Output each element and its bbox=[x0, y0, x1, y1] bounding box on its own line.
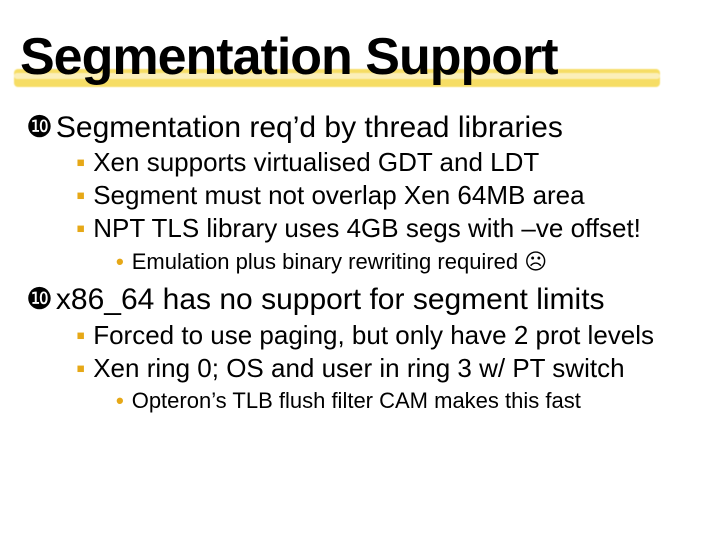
square-bullet-icon: ▪ bbox=[76, 182, 85, 208]
bullet-text: Forced to use paging, but only have 2 pr… bbox=[93, 320, 654, 351]
clock-bullet-icon: ❿ bbox=[26, 285, 53, 315]
bullet-text: Xen ring 0; OS and user in ring 3 w/ PT … bbox=[93, 353, 624, 384]
bullet-level1: ❿ x86_64 has no support for segment limi… bbox=[26, 283, 700, 318]
clock-bullet-icon: ❿ bbox=[26, 113, 53, 143]
bullet-level2: ▪ Xen ring 0; OS and user in ring 3 w/ P… bbox=[76, 353, 700, 384]
square-bullet-icon: ▪ bbox=[76, 149, 85, 175]
bullet-text: Segment must not overlap Xen 64MB area bbox=[93, 180, 584, 211]
square-bullet-icon: ▪ bbox=[76, 355, 85, 381]
bullet-level2: ▪ Xen supports virtualised GDT and LDT bbox=[76, 147, 700, 178]
bullet-level2: ▪ Forced to use paging, but only have 2 … bbox=[76, 320, 700, 351]
slide-body: ❿ Segmentation req’d by thread libraries… bbox=[20, 111, 700, 415]
bullet-text: Segmentation req’d by thread libraries bbox=[56, 111, 563, 146]
bullet-text: Opteron’s TLB flush filter CAM makes thi… bbox=[132, 388, 581, 414]
title-area: Segmentation Support bbox=[20, 30, 700, 85]
dot-bullet-icon: • bbox=[116, 390, 124, 412]
bullet-level2: ▪ Segment must not overlap Xen 64MB area bbox=[76, 180, 700, 211]
bullet-text: NPT TLS library uses 4GB segs with –ve o… bbox=[93, 213, 641, 244]
bullet-level1: ❿ Segmentation req’d by thread libraries bbox=[26, 111, 700, 146]
bullet-level3: • Emulation plus binary rewriting requir… bbox=[116, 249, 700, 275]
bullet-level2: ▪ NPT TLS library uses 4GB segs with –ve… bbox=[76, 213, 700, 244]
bullet-text: x86_64 has no support for segment limits bbox=[56, 283, 605, 318]
slide-title: Segmentation Support bbox=[20, 30, 700, 85]
dot-bullet-icon: • bbox=[116, 251, 124, 273]
slide: Segmentation Support ❿ Segmentation req’… bbox=[0, 0, 720, 540]
bullet-text: Emulation plus binary rewriting required… bbox=[132, 249, 547, 275]
bullet-level3: • Opteron’s TLB flush filter CAM makes t… bbox=[116, 388, 700, 414]
bullet-text: Xen supports virtualised GDT and LDT bbox=[93, 147, 539, 178]
square-bullet-icon: ▪ bbox=[76, 215, 85, 241]
square-bullet-icon: ▪ bbox=[76, 322, 85, 348]
